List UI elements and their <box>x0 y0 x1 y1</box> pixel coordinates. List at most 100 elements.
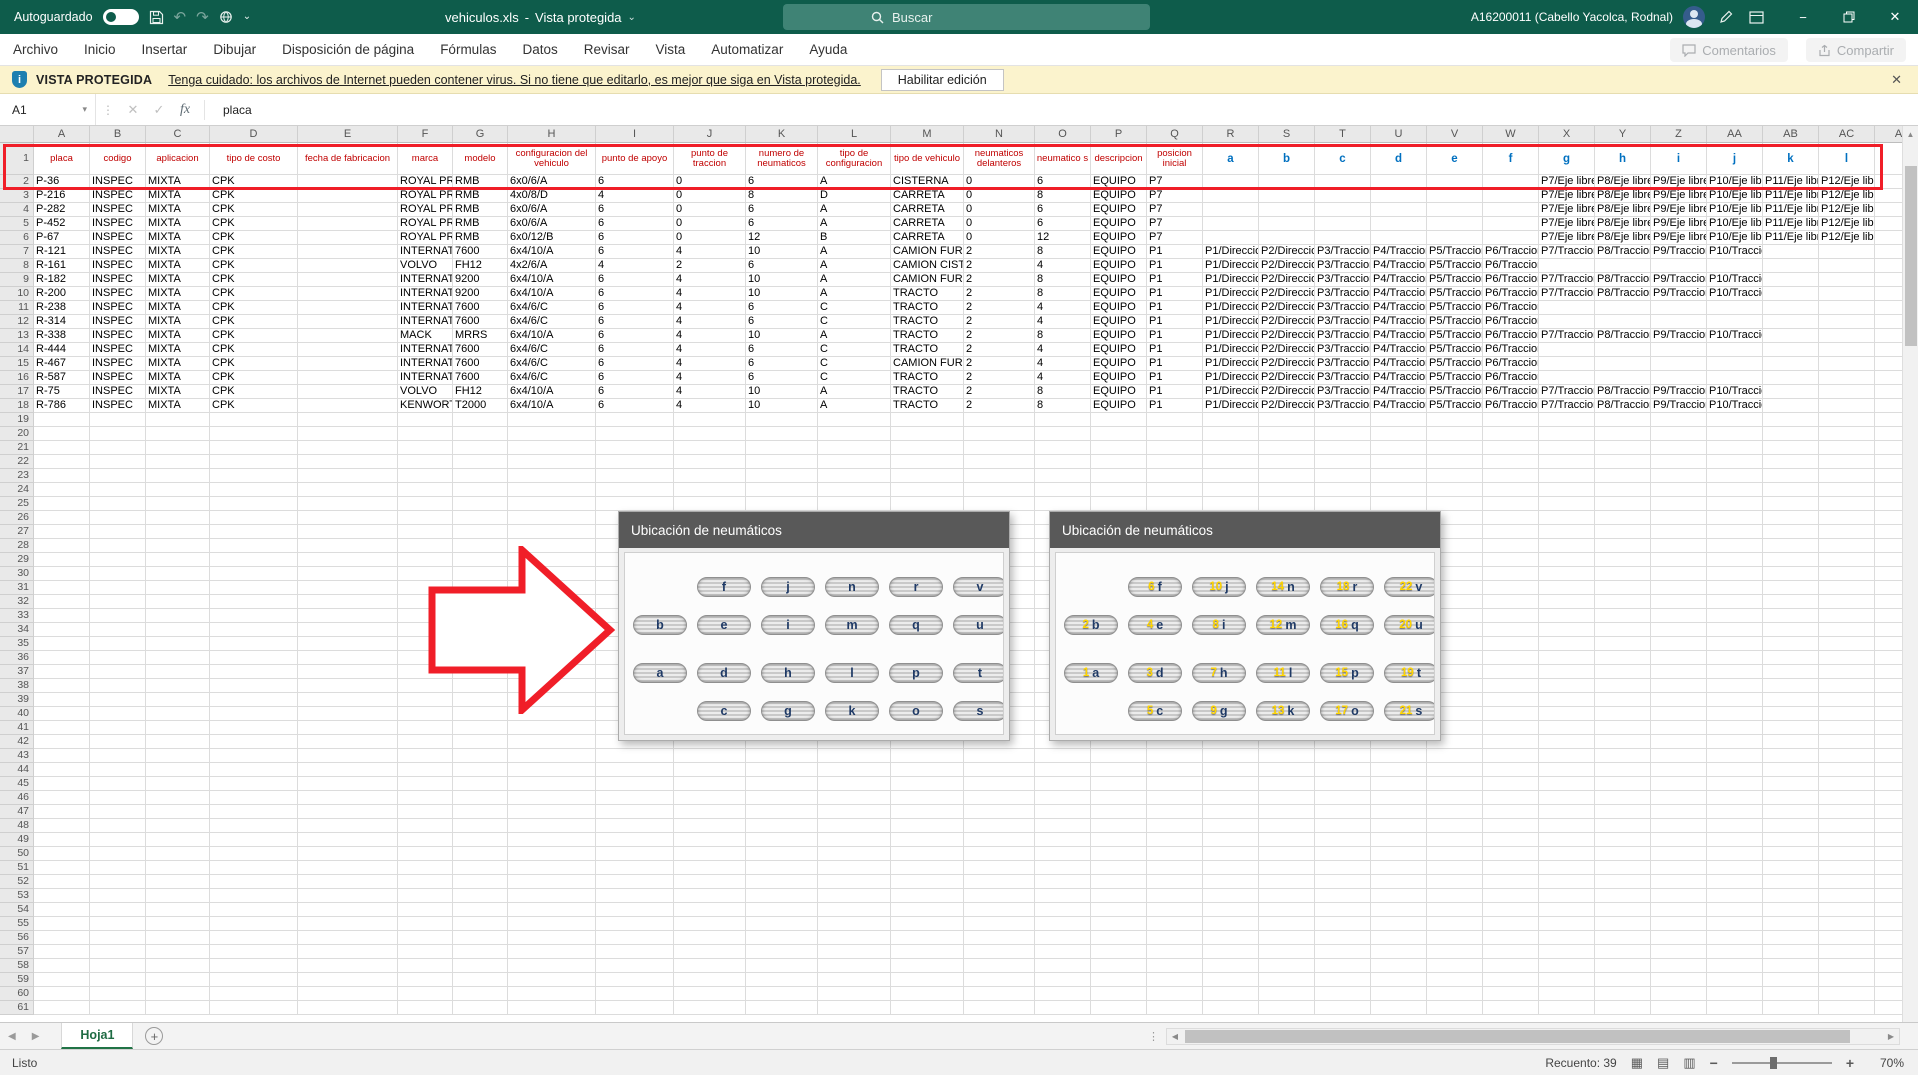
cell-D58[interactable] <box>210 959 298 973</box>
ribbon-display-icon[interactable] <box>1749 11 1764 24</box>
cell-E46[interactable] <box>298 791 398 805</box>
cell-Z7[interactable]: P9/Traccion <box>1651 245 1707 259</box>
cell-AA55[interactable] <box>1707 917 1763 931</box>
cell-AB2[interactable]: P11/Eje libre <box>1763 175 1819 189</box>
cell-AA29[interactable] <box>1707 553 1763 567</box>
cell-Y39[interactable] <box>1595 693 1651 707</box>
cell-T6[interactable] <box>1315 231 1371 245</box>
cell-Q52[interactable] <box>1147 875 1203 889</box>
cell-A59[interactable] <box>34 973 90 987</box>
cell-AA19[interactable] <box>1707 413 1763 427</box>
column-header-U[interactable]: U <box>1371 126 1427 142</box>
cell-AC39[interactable] <box>1819 693 1875 707</box>
cell-AA16[interactable] <box>1707 371 1763 385</box>
cell-AA51[interactable] <box>1707 861 1763 875</box>
cell-W25[interactable] <box>1483 497 1539 511</box>
cell-A29[interactable] <box>34 553 90 567</box>
cell-S10[interactable]: P2/Direccion <box>1259 287 1315 301</box>
cell-V46[interactable] <box>1427 791 1483 805</box>
cell-AA7[interactable]: P10/Traccion <box>1707 245 1763 259</box>
cell-T7[interactable]: P3/Traccion <box>1315 245 1371 259</box>
cell-Y34[interactable] <box>1595 623 1651 637</box>
cell-AC18[interactable] <box>1819 399 1875 413</box>
cell-K21[interactable] <box>746 441 818 455</box>
row-header-8[interactable]: 8 <box>0 259 34 273</box>
cell-C38[interactable] <box>146 679 210 693</box>
cell-Z34[interactable] <box>1651 623 1707 637</box>
cell-V14[interactable]: P5/Traccion <box>1427 343 1483 357</box>
cell-R21[interactable] <box>1203 441 1259 455</box>
cell-E13[interactable] <box>298 329 398 343</box>
cell-E2[interactable] <box>298 175 398 189</box>
cell-X40[interactable] <box>1539 707 1595 721</box>
column-header-V[interactable]: V <box>1427 126 1483 142</box>
cell-X22[interactable] <box>1539 455 1595 469</box>
cell-L43[interactable] <box>818 749 891 763</box>
minimize-button[interactable]: − <box>1780 0 1826 34</box>
cell-G15[interactable]: 7600 <box>453 357 508 371</box>
cell-G6[interactable]: RMB <box>453 231 508 245</box>
cell-D23[interactable] <box>210 469 298 483</box>
cell-R20[interactable] <box>1203 427 1259 441</box>
cell-L2[interactable]: A <box>818 175 891 189</box>
cell-Y12[interactable] <box>1595 315 1651 329</box>
cell-Q18[interactable]: P1 <box>1147 399 1203 413</box>
row-header-54[interactable]: 54 <box>0 903 34 917</box>
cell-N54[interactable] <box>964 903 1035 917</box>
cell-O48[interactable] <box>1035 819 1091 833</box>
cell-T23[interactable] <box>1315 469 1371 483</box>
cell-AA37[interactable] <box>1707 665 1763 679</box>
cell-A14[interactable]: R-444 <box>34 343 90 357</box>
cell-G41[interactable] <box>453 721 508 735</box>
cell-X27[interactable] <box>1539 525 1595 539</box>
cell-J18[interactable]: 4 <box>674 399 746 413</box>
cell-Y30[interactable] <box>1595 567 1651 581</box>
cell-X24[interactable] <box>1539 483 1595 497</box>
cell-P46[interactable] <box>1091 791 1147 805</box>
cell-AC60[interactable] <box>1819 987 1875 1001</box>
cell-C51[interactable] <box>146 861 210 875</box>
cell-N5[interactable]: 0 <box>964 217 1035 231</box>
column-header-C[interactable]: C <box>146 126 210 142</box>
cell-K57[interactable] <box>746 945 818 959</box>
cell-B13[interactable]: INSPEC <box>90 329 146 343</box>
cell-V54[interactable] <box>1427 903 1483 917</box>
column-header-R[interactable]: R <box>1203 126 1259 142</box>
cell-E49[interactable] <box>298 833 398 847</box>
cell-B16[interactable]: INSPEC <box>90 371 146 385</box>
cell-I9[interactable]: 6 <box>596 273 674 287</box>
cell-K52[interactable] <box>746 875 818 889</box>
cell-J25[interactable] <box>674 497 746 511</box>
cell-E22[interactable] <box>298 455 398 469</box>
cell-C45[interactable] <box>146 777 210 791</box>
cell-B34[interactable] <box>90 623 146 637</box>
cell-O14[interactable]: 4 <box>1035 343 1091 357</box>
cell-P14[interactable]: EQUIPO <box>1091 343 1147 357</box>
cell-S44[interactable] <box>1259 763 1315 777</box>
cell-AC59[interactable] <box>1819 973 1875 987</box>
cell-X33[interactable] <box>1539 609 1595 623</box>
cell-O25[interactable] <box>1035 497 1091 511</box>
cell-W27[interactable] <box>1483 525 1539 539</box>
cell-O60[interactable] <box>1035 987 1091 1001</box>
tire-button-l[interactable]: l <box>825 663 879 683</box>
cell-T52[interactable] <box>1315 875 1371 889</box>
cell-O44[interactable] <box>1035 763 1091 777</box>
cell-G22[interactable] <box>453 455 508 469</box>
cell-A1[interactable]: placa <box>34 143 90 175</box>
cell-E11[interactable] <box>298 301 398 315</box>
cell-AA58[interactable] <box>1707 959 1763 973</box>
cell-N11[interactable]: 2 <box>964 301 1035 315</box>
tire-button-p[interactable]: p <box>889 663 943 683</box>
cell-W46[interactable] <box>1483 791 1539 805</box>
cell-Z5[interactable]: P9/Eje libre <box>1651 217 1707 231</box>
cell-P21[interactable] <box>1091 441 1147 455</box>
normal-view-icon[interactable]: ▦ <box>1631 1055 1643 1071</box>
cell-C3[interactable]: MIXTA <box>146 189 210 203</box>
cell-Q57[interactable] <box>1147 945 1203 959</box>
column-header-AC[interactable]: AC <box>1819 126 1875 142</box>
cell-F52[interactable] <box>398 875 453 889</box>
cell-J59[interactable] <box>674 973 746 987</box>
cell-C57[interactable] <box>146 945 210 959</box>
cell-AB45[interactable] <box>1763 777 1819 791</box>
